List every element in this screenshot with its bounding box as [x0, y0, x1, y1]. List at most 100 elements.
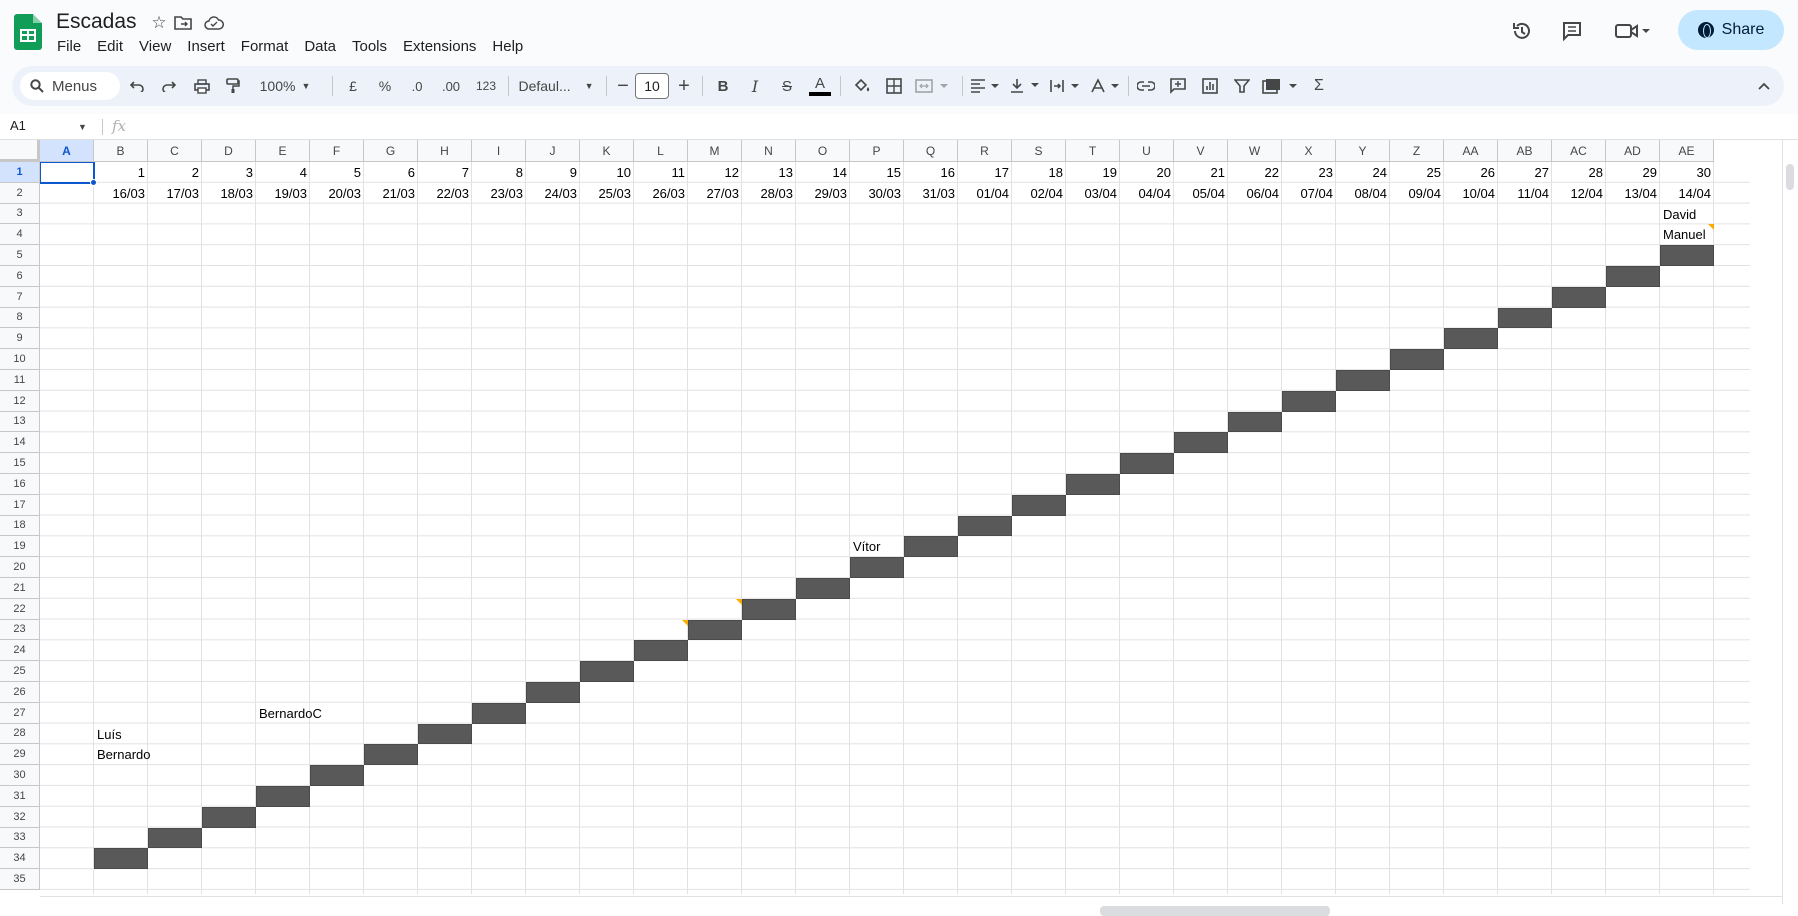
filled-cell[interactable]: [310, 765, 364, 786]
text-rotation-icon[interactable]: [1088, 66, 1122, 106]
row-header-25[interactable]: 25: [0, 661, 40, 682]
active-cell-a1[interactable]: [40, 162, 95, 184]
filled-cell[interactable]: [1012, 494, 1066, 516]
borders-icon[interactable]: [882, 66, 906, 106]
row-header-14[interactable]: 14: [0, 432, 40, 454]
row-header-1[interactable]: 1: [0, 162, 40, 183]
print-icon[interactable]: [190, 66, 214, 106]
undo-icon[interactable]: [126, 66, 148, 106]
column-header-k[interactable]: K: [580, 140, 634, 162]
meet-video-icon[interactable]: [1613, 18, 1653, 44]
star-icon[interactable]: ☆: [148, 12, 170, 34]
row-header-2[interactable]: 2: [0, 182, 40, 204]
row-header-29[interactable]: 29: [0, 744, 40, 766]
filled-cell[interactable]: [958, 515, 1012, 537]
menu-format[interactable]: Format: [233, 36, 297, 57]
version-history-icon[interactable]: [1509, 18, 1535, 44]
text-wrapping-icon[interactable]: [1048, 66, 1082, 106]
sheets-logo-icon[interactable]: [14, 14, 42, 50]
row-header-23[interactable]: 23: [0, 619, 40, 641]
filled-cell[interactable]: [904, 536, 958, 558]
note-indicator[interactable]: [1708, 224, 1714, 231]
row-header-17[interactable]: 17: [0, 494, 40, 516]
select-all-corner[interactable]: [0, 140, 40, 162]
fill-handle[interactable]: [90, 178, 97, 186]
filled-cell[interactable]: [688, 619, 742, 641]
font-family-select[interactable]: Defaul... ▼: [512, 66, 600, 106]
italic-button[interactable]: I: [744, 66, 766, 106]
filled-cell[interactable]: [1120, 453, 1174, 474]
menu-extensions[interactable]: Extensions: [395, 36, 484, 57]
row-header-22[interactable]: 22: [0, 598, 40, 620]
row-header-5[interactable]: 5: [0, 245, 40, 266]
move-folder-icon[interactable]: [172, 12, 194, 34]
row-header-3[interactable]: 3: [0, 203, 40, 225]
column-header-w[interactable]: W: [1228, 140, 1282, 162]
row-header-28[interactable]: 28: [0, 723, 40, 745]
horizontal-scrollbar[interactable]: [40, 896, 1782, 916]
row-header-26[interactable]: 26: [0, 682, 40, 703]
filled-cell[interactable]: [1552, 286, 1606, 308]
filled-cell[interactable]: [202, 806, 256, 828]
horizontal-scroll-thumb[interactable]: [1100, 906, 1330, 916]
column-header-ae[interactable]: AE: [1660, 140, 1714, 162]
row-header-31[interactable]: 31: [0, 786, 40, 807]
menu-edit[interactable]: Edit: [89, 36, 131, 57]
note-indicator[interactable]: [736, 598, 742, 605]
increase-decimal-button[interactable]: .00: [436, 66, 466, 106]
filter-icon[interactable]: [1230, 66, 1254, 106]
column-header-b[interactable]: B: [94, 140, 148, 162]
name-box[interactable]: A1: [10, 118, 26, 133]
vertical-scrollbar[interactable]: [1782, 140, 1798, 904]
row-header-8[interactable]: 8: [0, 307, 40, 329]
column-header-c[interactable]: C: [148, 140, 202, 162]
name-box-dropdown-icon[interactable]: ▼: [78, 122, 87, 132]
row-header-30[interactable]: 30: [0, 765, 40, 786]
column-header-x[interactable]: X: [1282, 140, 1336, 162]
insert-comment-icon[interactable]: [1166, 66, 1190, 106]
row-header-32[interactable]: 32: [0, 806, 40, 828]
menu-help[interactable]: Help: [484, 36, 531, 57]
filled-cell[interactable]: [742, 598, 796, 620]
redo-icon[interactable]: [158, 66, 180, 106]
fill-color-icon[interactable]: [850, 66, 874, 106]
column-header-v[interactable]: V: [1174, 140, 1228, 162]
row-header-35[interactable]: 35: [0, 869, 40, 890]
filled-cell[interactable]: [850, 557, 904, 578]
row-header-19[interactable]: 19: [0, 536, 40, 558]
merge-cells-icon[interactable]: [912, 66, 952, 106]
filled-cell[interactable]: [148, 827, 202, 849]
zoom-select[interactable]: 100% ▼: [254, 66, 316, 106]
row-header-21[interactable]: 21: [0, 578, 40, 599]
row-header-11[interactable]: 11: [0, 370, 40, 391]
column-header-o[interactable]: O: [796, 140, 850, 162]
menu-data[interactable]: Data: [296, 36, 344, 57]
format-percent-button[interactable]: %: [374, 66, 396, 106]
share-button[interactable]: Share: [1678, 10, 1784, 50]
row-header-18[interactable]: 18: [0, 515, 40, 537]
search-menus-input[interactable]: Menus: [20, 72, 120, 100]
filled-cell[interactable]: [472, 702, 526, 724]
collapse-toolbar-icon[interactable]: [1752, 66, 1776, 106]
column-header-t[interactable]: T: [1066, 140, 1120, 162]
font-size-input[interactable]: 10: [635, 73, 669, 99]
filled-cell[interactable]: [364, 744, 418, 766]
row-header-27[interactable]: 27: [0, 702, 40, 724]
column-header-ab[interactable]: AB: [1498, 140, 1552, 162]
column-header-ad[interactable]: AD: [1606, 140, 1660, 162]
filled-cell[interactable]: [1444, 328, 1498, 350]
filled-cell[interactable]: [1336, 370, 1390, 391]
menu-file[interactable]: File: [49, 36, 89, 57]
bold-button[interactable]: B: [712, 66, 734, 106]
cloud-status-icon[interactable]: [203, 12, 225, 34]
row-header-16[interactable]: 16: [0, 474, 40, 495]
column-header-h[interactable]: H: [418, 140, 472, 162]
decrease-decimal-button[interactable]: .0: [404, 66, 430, 106]
row-header-15[interactable]: 15: [0, 453, 40, 474]
column-header-z[interactable]: Z: [1390, 140, 1444, 162]
column-header-l[interactable]: L: [634, 140, 688, 162]
filled-cell[interactable]: [418, 723, 472, 745]
column-header-e[interactable]: E: [256, 140, 310, 162]
row-header-34[interactable]: 34: [0, 848, 40, 870]
filled-cell[interactable]: [256, 786, 310, 807]
